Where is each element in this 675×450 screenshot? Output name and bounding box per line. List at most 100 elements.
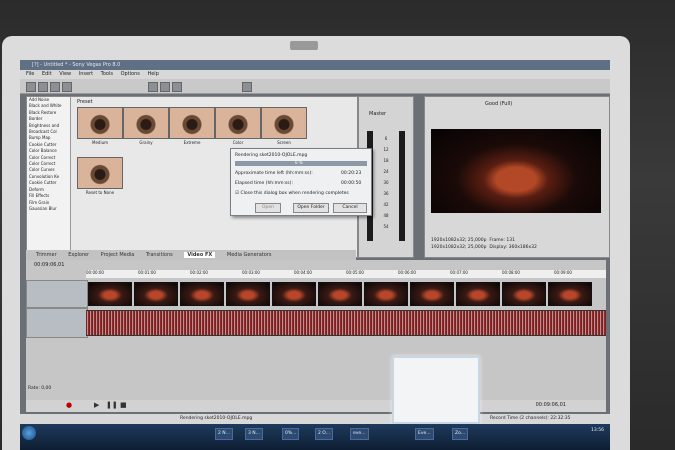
list-item[interactable]: Gaussian Blur — [29, 206, 70, 212]
audio-track-header[interactable] — [26, 308, 88, 338]
master-label: Master — [369, 111, 387, 117]
start-button[interactable] — [22, 426, 36, 440]
video-clip[interactable] — [502, 282, 546, 306]
taskbar-item[interactable]: 3 N... — [245, 428, 263, 440]
video-clip[interactable] — [364, 282, 408, 306]
open-button[interactable]: Open — [255, 203, 281, 213]
meter-scale: 6 12 18 24 30 36 42 48 54 — [379, 133, 393, 232]
taskbar-item[interactable]: 2 N... — [215, 428, 233, 440]
meter-tick: 12 — [383, 147, 389, 152]
tab-video-fx[interactable]: Video FX — [184, 252, 216, 258]
tab-explorer[interactable]: Explorer — [68, 252, 89, 258]
close-checkbox[interactable]: ☑ Close this dialog box when rendering c… — [235, 191, 349, 196]
meter-tick: 54 — [383, 224, 389, 229]
video-clip[interactable] — [272, 282, 316, 306]
project-res: 1920x1082x32; 25,000p — [431, 238, 487, 243]
taskbar-item[interactable]: 0%... — [282, 428, 300, 440]
stop-icon[interactable]: ■ — [120, 401, 127, 409]
undo-icon[interactable] — [242, 82, 252, 92]
pause-icon[interactable]: ❚❚ — [106, 401, 118, 409]
taskbar-item[interactable]: eve... — [350, 428, 369, 440]
paste-icon[interactable] — [172, 82, 182, 92]
preset-reset[interactable]: Reset to None — [77, 157, 123, 195]
menu-file[interactable]: File — [26, 71, 34, 77]
record-icon[interactable]: ● — [66, 401, 72, 409]
menu-options[interactable]: Options — [121, 71, 140, 77]
video-clip[interactable] — [134, 282, 178, 306]
menu-edit[interactable]: Edit — [42, 71, 52, 77]
video-track-header[interactable] — [26, 280, 88, 308]
webcam — [290, 41, 318, 50]
preset-label: Color — [232, 140, 244, 145]
taskbar-item[interactable]: Zo... — [452, 428, 469, 440]
open-folder-button[interactable]: Open Folder — [293, 203, 329, 213]
approx-label: Approximate time left (hh:mm:ss): — [235, 171, 313, 176]
time-ruler[interactable]: 00:00:00 00:01:00 00:02:00 00:03:00 00:0… — [86, 270, 606, 278]
video-preview-panel: Good (Full) 1920x1082x32; 25,000p Frame:… — [424, 96, 610, 258]
clock[interactable]: 13:56 — [591, 428, 604, 433]
tab-trimmer[interactable]: Trimmer — [36, 252, 57, 258]
toolbar — [20, 79, 610, 94]
ruler-tick: 00:03:00 — [242, 270, 260, 275]
open-icon[interactable] — [38, 82, 48, 92]
tab-project-media[interactable]: Project Media — [101, 252, 135, 258]
video-clip[interactable] — [318, 282, 362, 306]
frame-label: Frame: — [489, 238, 505, 243]
preset-label: Extreme — [183, 140, 201, 145]
menu-insert[interactable]: Insert — [79, 71, 93, 77]
new-icon[interactable] — [26, 82, 36, 92]
windows-taskbar: 2 N... 3 N... 0%... 2 O... eve... Eve...… — [20, 424, 610, 450]
preset-grainy[interactable]: Grainy — [123, 107, 169, 145]
ruler-tick: 00:08:00 — [502, 270, 520, 275]
preset-label: Medium — [92, 140, 108, 145]
preview-info: 1920x1082x32; 25,000p Frame: 131 1920x10… — [431, 237, 537, 251]
tab-media-generators[interactable]: Media Generators — [227, 252, 272, 258]
render-icon[interactable] — [62, 82, 72, 92]
ruler-tick: 00:07:00 — [450, 270, 468, 275]
save-icon[interactable] — [50, 82, 60, 92]
menu-tools[interactable]: Tools — [101, 71, 113, 77]
cut-icon[interactable] — [148, 82, 158, 92]
ruler-tick: 00:04:00 — [294, 270, 312, 275]
preset-label: Grainy — [139, 140, 153, 145]
video-clip[interactable] — [548, 282, 592, 306]
taskbar-thumbnail-preview[interactable] — [392, 356, 480, 424]
preset-medium[interactable]: Medium — [77, 107, 123, 145]
dialog-title: Rendering sket2010-OJOLE.mpg — [235, 153, 308, 158]
preview-quality-select[interactable]: Good (Full) — [485, 101, 512, 107]
meter-tick: 42 — [383, 202, 389, 207]
elapsed-time: 00:00:50 — [341, 181, 362, 186]
frame-value: 131 — [506, 238, 515, 243]
audio-waveform[interactable] — [86, 310, 606, 336]
preset-screen[interactable]: Screen — [261, 107, 307, 145]
video-clip[interactable] — [180, 282, 224, 306]
video-clip[interactable] — [410, 282, 454, 306]
cancel-button[interactable]: Cancel — [333, 203, 367, 213]
taskbar-item[interactable]: 2 O... — [315, 428, 333, 440]
status-left: Rendering sket2010-OJOLE.mpg — [180, 416, 253, 421]
ruler-tick: 00:06:00 — [398, 270, 416, 275]
menu-help[interactable]: Help — [147, 71, 158, 77]
render-percent: 0 % — [295, 160, 303, 165]
transport-bar: ● ▶ ❚❚ ■ 00:09:06,01 — [26, 400, 606, 412]
preview-res: 1920x1082x32; 25,000p — [431, 245, 487, 250]
preset-extreme[interactable]: Extreme — [169, 107, 215, 145]
status-right: Record Time (2 channels): 22:32:35 — [490, 416, 571, 421]
fx-list: Add Noise Black and White Black Restore … — [27, 97, 71, 255]
preset-label: Preset — [77, 99, 93, 105]
preset-label: Screen — [277, 140, 291, 145]
tab-transitions[interactable]: Transitions — [146, 252, 173, 258]
video-clip[interactable] — [88, 282, 132, 306]
video-clip[interactable] — [456, 282, 500, 306]
render-progress-bar: 0 % — [235, 160, 367, 166]
timeline: 00:09:06,01 00:00:00 00:01:00 00:02:00 0… — [26, 260, 606, 410]
elapsed-label: Elapsed time (hh:mm:ss): — [235, 181, 293, 186]
cursor-time: 00:09:06,01 — [34, 262, 65, 268]
menu-view[interactable]: View — [59, 71, 71, 77]
preset-color[interactable]: Color — [215, 107, 261, 145]
taskbar-item[interactable]: Eve... — [415, 428, 434, 440]
video-clip[interactable] — [226, 282, 270, 306]
window-title: [?] - Untitled * - Sony Vegas Pro 8.0 — [20, 60, 610, 70]
copy-icon[interactable] — [160, 82, 170, 92]
play-icon[interactable]: ▶ — [94, 401, 99, 409]
